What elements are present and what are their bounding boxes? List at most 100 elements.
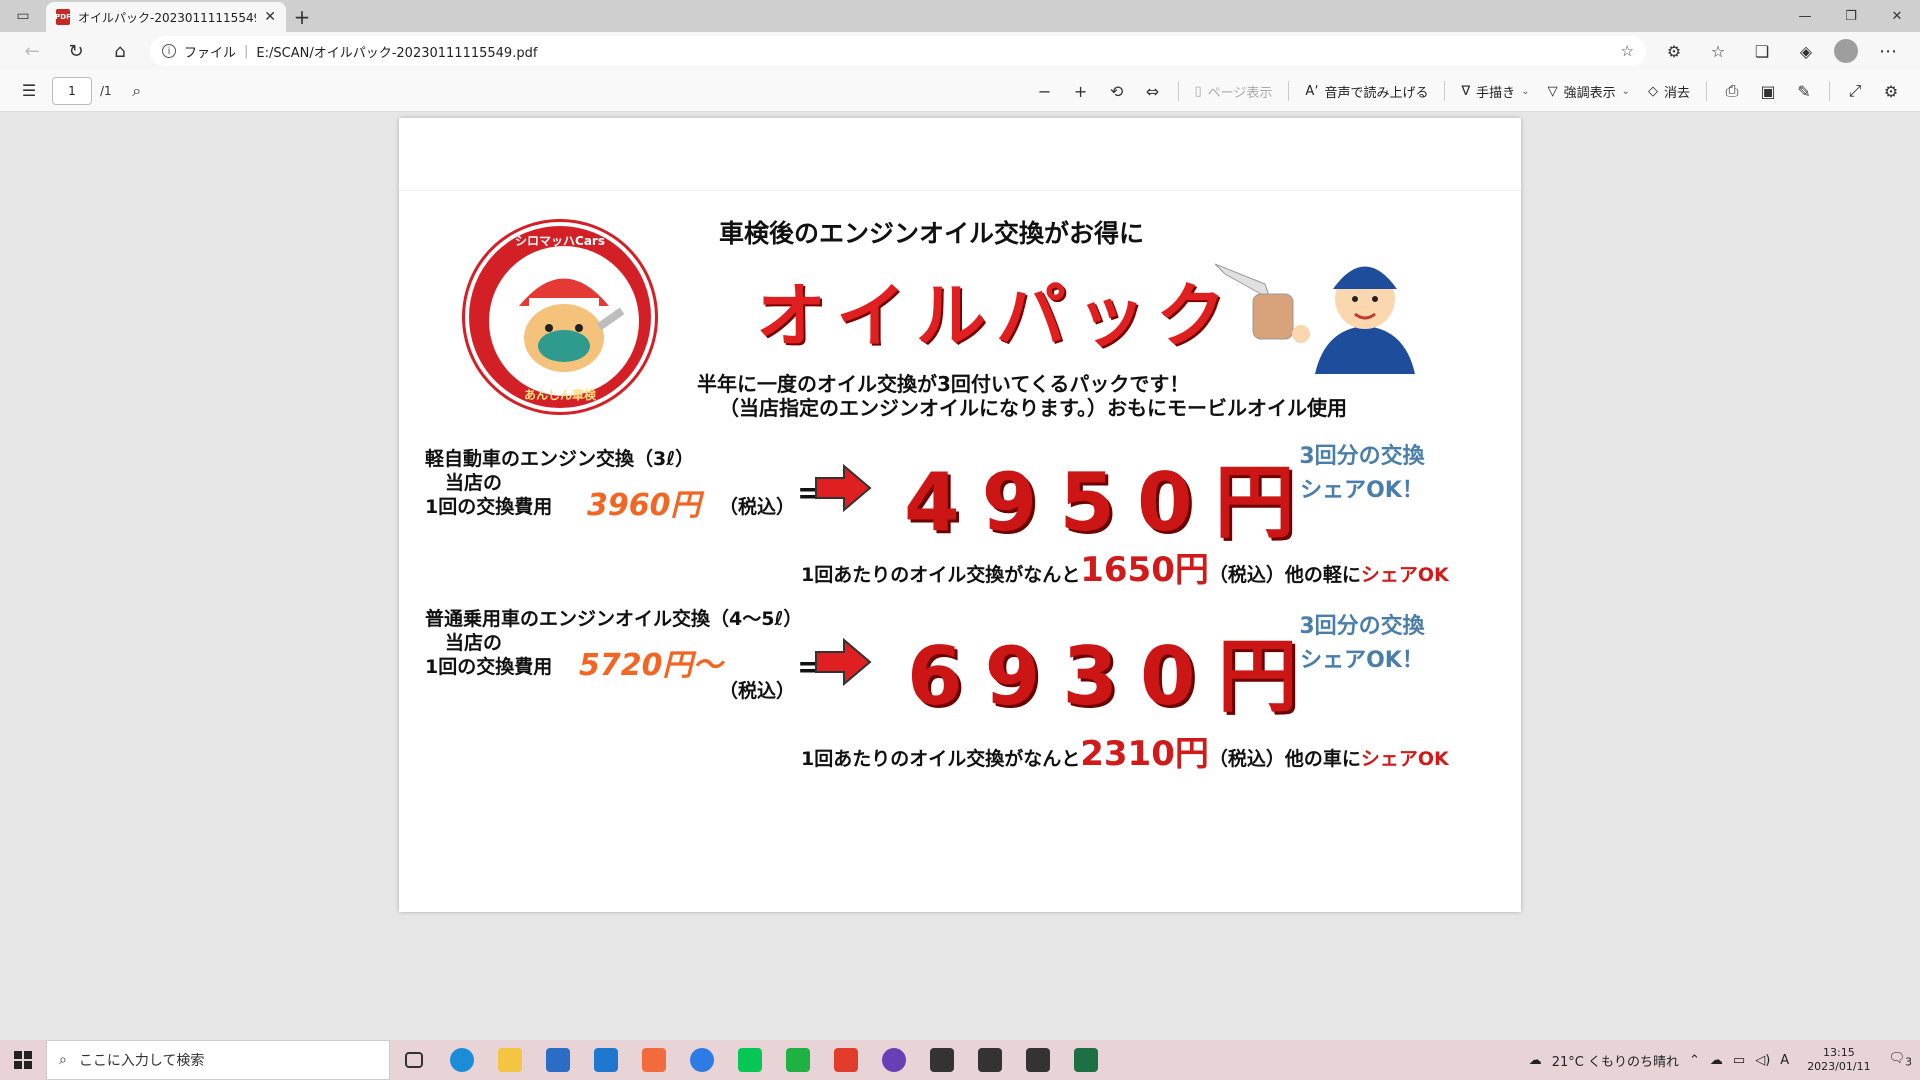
futsu-per-line: 1回あたりのオイル交換がなんと2310円（税込）他の車にシェアOK [801, 726, 1449, 775]
futsu-per-share: シェアOK [1360, 748, 1449, 770]
kei-per-prefix: 1回あたりのオイル交換がなんと [801, 564, 1081, 586]
close-window-icon[interactable]: ✕ [1874, 0, 1920, 32]
task-view-icon[interactable] [390, 1040, 438, 1080]
green-app-icon[interactable] [774, 1040, 822, 1080]
draw-label: 手描き [1476, 85, 1516, 101]
print-icon[interactable]: ⎙ [1715, 76, 1749, 106]
url-text[interactable]: E:/SCAN/オイルパック-20230111115549.pdf [256, 42, 1612, 61]
edge-bar-icon[interactable]: ◈ [1786, 35, 1826, 67]
tab-title: オイルパック-20230111115549.pdf [78, 10, 256, 25]
mascot-drawing [519, 278, 625, 372]
rotate-icon[interactable]: ⟲ [1100, 76, 1134, 106]
shop-logo: シロマッハCars あんしん車検 [465, 222, 655, 412]
kei-label-2: 当店の [445, 472, 503, 494]
futsu-pack-price: 6930円 [907, 630, 1320, 723]
search-placeholder: ここに入力して検索 [78, 1053, 205, 1069]
weather-text[interactable]: 21°C くもりのち晴れ [1552, 1051, 1679, 1070]
mail-icon[interactable] [582, 1040, 630, 1080]
notification-count: 3 [1905, 1055, 1912, 1069]
erase-label: 消去 [1663, 85, 1690, 101]
edge-icon[interactable] [438, 1040, 486, 1080]
windows-logo-icon [14, 1051, 32, 1069]
file-explorer-icon[interactable] [486, 1040, 534, 1080]
ime-indicator[interactable]: A [1780, 1053, 1789, 1068]
highlight-label: 強調表示 [1563, 85, 1616, 101]
minimize-icon[interactable]: — [1782, 0, 1828, 32]
settings-gear-icon[interactable]: ⚙ [1874, 76, 1908, 106]
pdf-icon: PDF [55, 9, 71, 25]
app-orange-icon[interactable] [630, 1040, 678, 1080]
kei-label-3: 1回の交換費用 [425, 496, 553, 518]
highlight-button[interactable]: ▽ 強調表示 ⌄ [1540, 76, 1638, 106]
office-icon[interactable] [822, 1040, 870, 1080]
network-icon[interactable]: ▭ [1733, 1053, 1745, 1068]
collections-icon[interactable]: ❏ [1742, 35, 1782, 67]
toolbar-divider [1444, 81, 1446, 101]
extensions-icon[interactable]: ⚙ [1654, 35, 1694, 67]
zoom-in-icon[interactable]: + [1064, 76, 1098, 106]
close-tab-icon[interactable]: ✕ [264, 9, 276, 25]
fullscreen-icon[interactable]: ⤢ [1838, 76, 1872, 106]
read-aloud-button[interactable]: Aʼ 音声で読み上げる [1297, 76, 1436, 106]
excel-icon[interactable] [1062, 1040, 1110, 1080]
notification-icon[interactable]: 🗨3 [1889, 1051, 1912, 1069]
url-field[interactable]: i ファイル | E:/SCAN/オイルパック-20230111115549.p… [150, 36, 1646, 66]
weather-icon[interactable]: ☁ [1529, 1053, 1542, 1068]
kei-label-1: 軽自動車のエンジン交換（3ℓ） [425, 448, 695, 470]
back-arrow-icon[interactable]: ← [10, 35, 54, 67]
erase-button[interactable]: ◇ 消去 [1640, 76, 1698, 106]
onedrive-icon[interactable]: ☁ [1710, 1053, 1723, 1068]
chevron-down-icon[interactable]: ⌄ [1622, 86, 1630, 97]
restore-icon[interactable]: ❐ [1828, 0, 1874, 32]
tab-actions-icon[interactable]: ▭ [0, 0, 46, 32]
toolbar-divider [1288, 81, 1290, 101]
taskbar-search-input[interactable]: ⌕ ここに入力して検索 [46, 1040, 390, 1080]
kei-pack-price: 4950円 [904, 456, 1317, 549]
subline-2: （当店指定のエンジンオイルになります。）おもにモービルオイル使用 [719, 396, 1347, 420]
refresh-icon[interactable]: ↻ [54, 35, 98, 67]
fit-page-icon[interactable]: ⇔ [1136, 76, 1170, 106]
contents-icon[interactable]: ☰ [12, 76, 46, 106]
save-icon[interactable]: ▣ [1751, 76, 1785, 106]
chevron-down-icon[interactable]: ⌄ [1521, 86, 1529, 97]
tab-active[interactable]: PDF オイルパック-20230111115549.pdf ✕ [46, 2, 286, 32]
kei-per-suffix: （税込）他の軽に [1208, 564, 1361, 586]
kei-tax-label: （税込） [719, 496, 796, 518]
add-favorite-icon[interactable]: ☆ [1621, 42, 1634, 60]
zoom-out-icon[interactable]: − [1028, 76, 1062, 106]
app-dark-1-icon[interactable] [918, 1040, 966, 1080]
app-dark-2-icon[interactable] [966, 1040, 1014, 1080]
home-icon[interactable]: ⌂ [98, 35, 142, 67]
volume-icon[interactable]: ◁) [1755, 1053, 1770, 1068]
start-button[interactable] [0, 1040, 46, 1080]
at-mail-icon[interactable] [678, 1040, 726, 1080]
page-number-input[interactable]: 1 [52, 76, 92, 105]
clock-date: 2023/01/11 [1807, 1060, 1871, 1073]
pmc-icon[interactable] [870, 1040, 918, 1080]
favorites-icon[interactable]: ☆ [1698, 35, 1738, 67]
search-icon: ⌕ [59, 1052, 67, 1068]
read-aloud-label: 音声で読み上げる [1324, 85, 1429, 101]
page-view-button[interactable]: ▯ ページ表示 [1187, 76, 1281, 106]
app-dark-3-icon[interactable] [1014, 1040, 1062, 1080]
futsu-per-suffix: （税込）他の車に [1208, 748, 1361, 770]
tray-overflow-icon[interactable]: ⌃ [1689, 1053, 1700, 1068]
save-as-icon[interactable]: ✎ [1787, 76, 1821, 106]
line-icon[interactable] [726, 1040, 774, 1080]
info-icon[interactable]: i [162, 44, 176, 58]
more-menu-icon[interactable]: ⋯ [1866, 35, 1910, 67]
new-tab-button[interactable]: + [286, 2, 318, 32]
profile-avatar[interactable] [1834, 39, 1858, 63]
right-arrow-icon [815, 464, 872, 512]
clock[interactable]: 13:15 2023/01/11 [1799, 1046, 1878, 1075]
logo-mascot [489, 246, 639, 396]
taskbar: ⌕ ここに入力して検索 ☁ 21°C くもりのち晴れ ⌃ ☁ ▭ ◁) A 13… [0, 1040, 1920, 1080]
futsu-label-2: 当店の [445, 632, 503, 654]
kei-share-line-2: シェアOK！ [1300, 478, 1424, 504]
store-icon[interactable] [534, 1040, 582, 1080]
search-icon[interactable]: ⌕ [120, 76, 154, 106]
page-view-icon: ▯ [1194, 83, 1202, 99]
kei-share-note: 3回分の交換 シェアOK！ [1287, 440, 1437, 508]
draw-button[interactable]: ∇ 手描き ⌄ [1453, 76, 1537, 106]
brand-title: オイルパック [756, 275, 1236, 357]
